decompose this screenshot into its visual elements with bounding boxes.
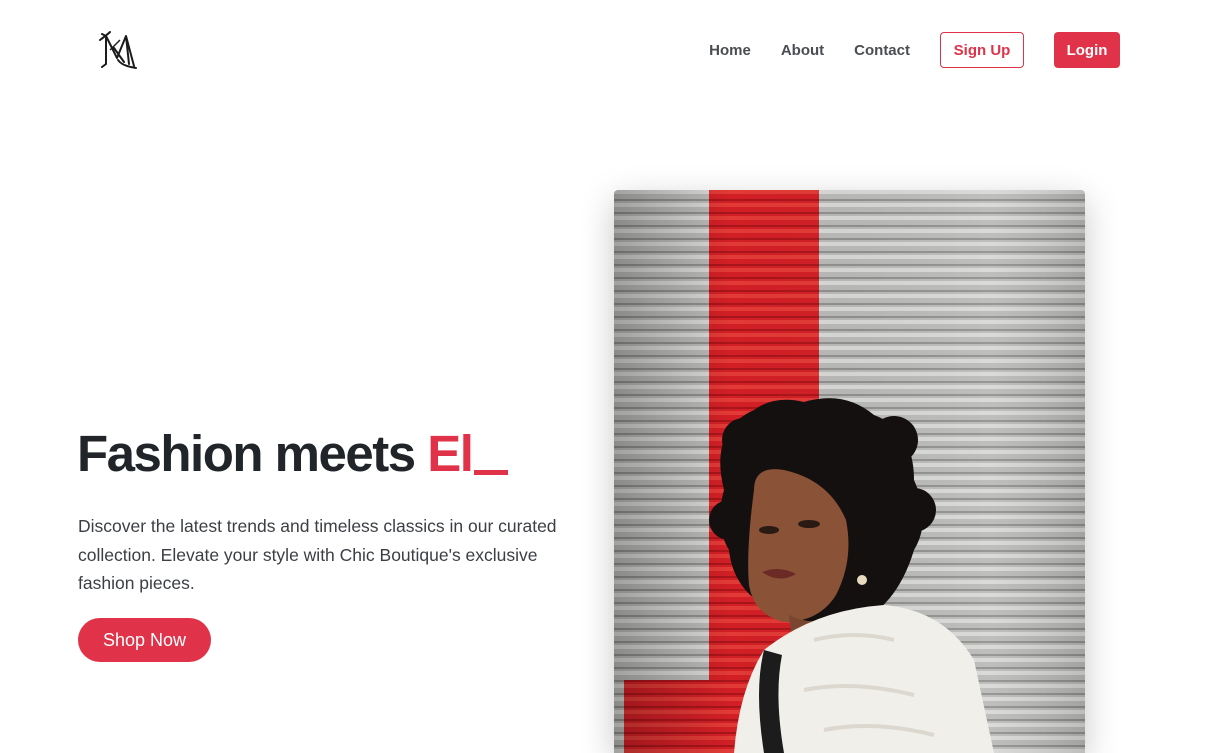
login-button[interactable]: Login [1054, 32, 1120, 68]
hero-title-main: Fashion meets [77, 425, 428, 482]
site-header: Home About Contact Sign Up Login [0, 0, 1206, 100]
hero-description: Discover the latest trends and timeless … [78, 516, 557, 593]
main-nav: Home About Contact Sign Up Login [709, 32, 1120, 68]
shop-now-button[interactable]: Shop Now [78, 618, 211, 662]
model-photo [614, 190, 1085, 753]
nav-link-home[interactable]: Home [709, 42, 751, 59]
typing-cursor [474, 470, 509, 475]
hero-title-accent: El [427, 425, 474, 482]
monogram-logo-icon[interactable] [96, 30, 138, 70]
nav-link-about[interactable]: About [781, 42, 824, 59]
signup-button[interactable]: Sign Up [940, 32, 1024, 68]
nav-link-contact[interactable]: Contact [854, 42, 910, 59]
hero-title: Fashion meets El [77, 424, 509, 483]
